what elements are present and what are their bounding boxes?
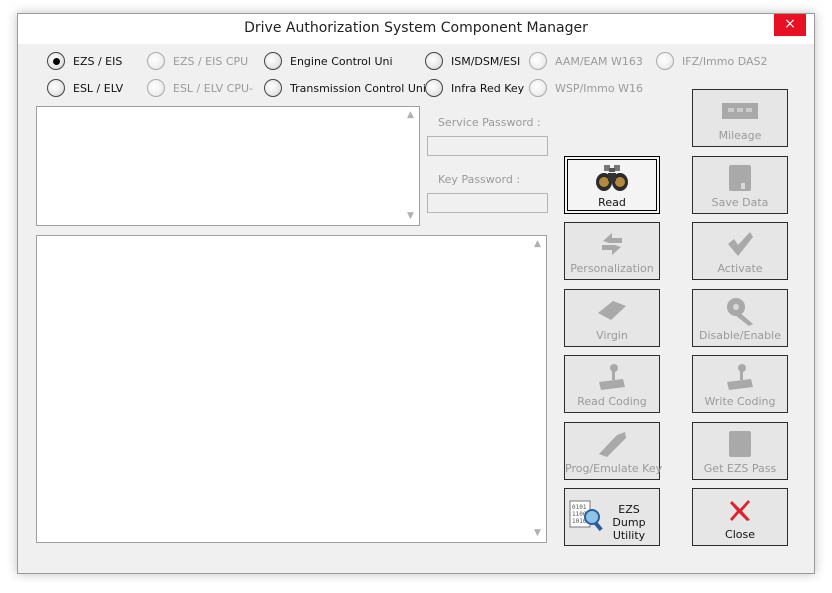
key-password-field[interactable] [427, 193, 548, 213]
radio-indicator [147, 79, 165, 97]
scroll-up-icon[interactable]: ▲ [529, 236, 546, 253]
radio-infra-red-key[interactable]: Infra Red Key [425, 79, 525, 97]
radio-ezs-eis-cpu[interactable]: EZS / EIS CPU [147, 52, 248, 70]
service-password-field[interactable] [427, 136, 548, 156]
scroll-down-icon[interactable]: ▼ [402, 208, 419, 225]
radio-label: Engine Control Uni [290, 54, 393, 68]
odometer-icon [722, 103, 758, 119]
activate-button[interactable]: Activate [692, 222, 788, 280]
service-password-label: Service Password : [438, 116, 541, 129]
personalization-button[interactable]: Personalization [564, 222, 660, 280]
write-coding-button[interactable]: Write Coding [692, 355, 788, 413]
radio-indicator [529, 79, 547, 97]
radio-label: ISM/DSM/ESI [451, 54, 521, 68]
disable-enable-button[interactable]: Disable/Enable [692, 289, 788, 347]
button-label: EZS Dump Utility [612, 503, 646, 542]
button-label: Disable/Enable [699, 329, 781, 342]
title-bar: Drive Authorization System Component Man… [18, 14, 814, 44]
radio-label: Infra Red Key [451, 81, 525, 95]
button-label: Virgin [596, 329, 628, 342]
radio-indicator [264, 79, 282, 97]
prog-emulate-key-button[interactable]: Prog/Emulate Key [564, 422, 663, 480]
radio-label: ESL / ELV CPU- [173, 81, 253, 95]
log-textbox[interactable]: ▲ ▼ [36, 235, 547, 543]
button-label: Personalization [570, 262, 654, 275]
radio-indicator [47, 52, 65, 70]
radio-label: EZS / EIS [73, 54, 123, 68]
joystick-icon [599, 364, 625, 390]
binary-magnifier-icon: 010111001010 [569, 500, 603, 532]
radio-aam-eam[interactable]: AAM/EAM W163 [529, 52, 659, 70]
svg-text:0101: 0101 [572, 504, 587, 511]
button-label: Get EZS Pass [703, 462, 777, 475]
radio-transmission-control[interactable]: Transmission Control Uni [264, 79, 430, 97]
key-password-label: Key Password : [438, 173, 521, 186]
radio-esl-elv[interactable]: ESL / ELV [47, 79, 123, 97]
mileage-button[interactable]: Mileage [692, 89, 788, 147]
radio-indicator [425, 52, 443, 70]
radio-indicator [656, 52, 674, 70]
binoculars-icon [596, 165, 628, 191]
close-button[interactable]: Close [692, 488, 788, 546]
button-label: Read Coding [577, 395, 647, 408]
button-label: Save Data [711, 196, 769, 209]
radio-label: WSP/Immo W16 [555, 81, 643, 95]
button-label: Mileage [718, 129, 762, 142]
scroll-down-icon[interactable]: ▼ [529, 525, 546, 542]
main-window: Drive Authorization System Component Man… [17, 13, 815, 574]
read-coding-button[interactable]: Read Coding [564, 355, 660, 413]
window-close-button[interactable]: × [774, 14, 806, 36]
button-label: Close [725, 528, 755, 541]
radio-indicator [425, 79, 443, 97]
radio-ifz-immo[interactable]: IFZ/Immo DAS2 [656, 52, 768, 70]
save-data-button[interactable]: Save Data [692, 156, 788, 214]
refresh-arrows-icon [602, 233, 622, 255]
info-textbox[interactable]: ▲ ▼ [36, 106, 420, 226]
button-label: Activate [717, 262, 763, 275]
radio-label: AAM/EAM W163 [555, 54, 643, 68]
radio-indicator [529, 52, 547, 70]
radio-ism-dsm-esi[interactable]: ISM/DSM/ESI [425, 52, 525, 70]
joystick-icon [727, 364, 753, 390]
info-scrollbar[interactable]: ▲ ▼ [402, 107, 419, 225]
ezs-dump-utility-button[interactable]: 0101 1100 1010 EZS Dump Utility [564, 488, 660, 546]
car-key-icon [599, 432, 626, 457]
radio-indicator [147, 52, 165, 70]
radio-label: Transmission Control Uni [290, 81, 426, 95]
button-label: Prog/Emulate Key [565, 462, 663, 475]
radio-indicator [47, 79, 65, 97]
button-label: Write Coding [704, 395, 776, 408]
read-button[interactable]: Read [564, 156, 660, 214]
log-scrollbar[interactable]: ▲ ▼ [529, 236, 546, 542]
floppy-disk-icon [729, 165, 751, 191]
get-ezs-pass-button[interactable]: Get EZS Pass [692, 422, 788, 480]
radio-label: EZS / EIS CPU [173, 54, 249, 68]
button-label: Read [598, 196, 626, 209]
window-title: Drive Authorization System Component Man… [244, 20, 588, 36]
radio-indicator [264, 52, 282, 70]
radio-ezs-eis[interactable]: EZS / EIS [47, 52, 122, 70]
checkmark-icon [728, 232, 753, 256]
scroll-up-icon[interactable]: ▲ [402, 107, 419, 124]
eraser-icon [598, 301, 626, 320]
virgin-button[interactable]: Virgin [564, 289, 660, 347]
disk-card-icon [729, 431, 751, 457]
radio-wsp-immo[interactable]: WSP/Immo W16 [529, 79, 645, 97]
radio-engine-control[interactable]: Engine Control Uni [264, 52, 398, 70]
key-icon [727, 298, 753, 326]
radio-label: ESL / ELV [73, 81, 124, 95]
radio-label: IFZ/Immo DAS2 [682, 54, 768, 68]
red-x-icon [730, 500, 750, 521]
radio-esl-elv-cpu[interactable]: ESL / ELV CPU- [147, 79, 265, 97]
